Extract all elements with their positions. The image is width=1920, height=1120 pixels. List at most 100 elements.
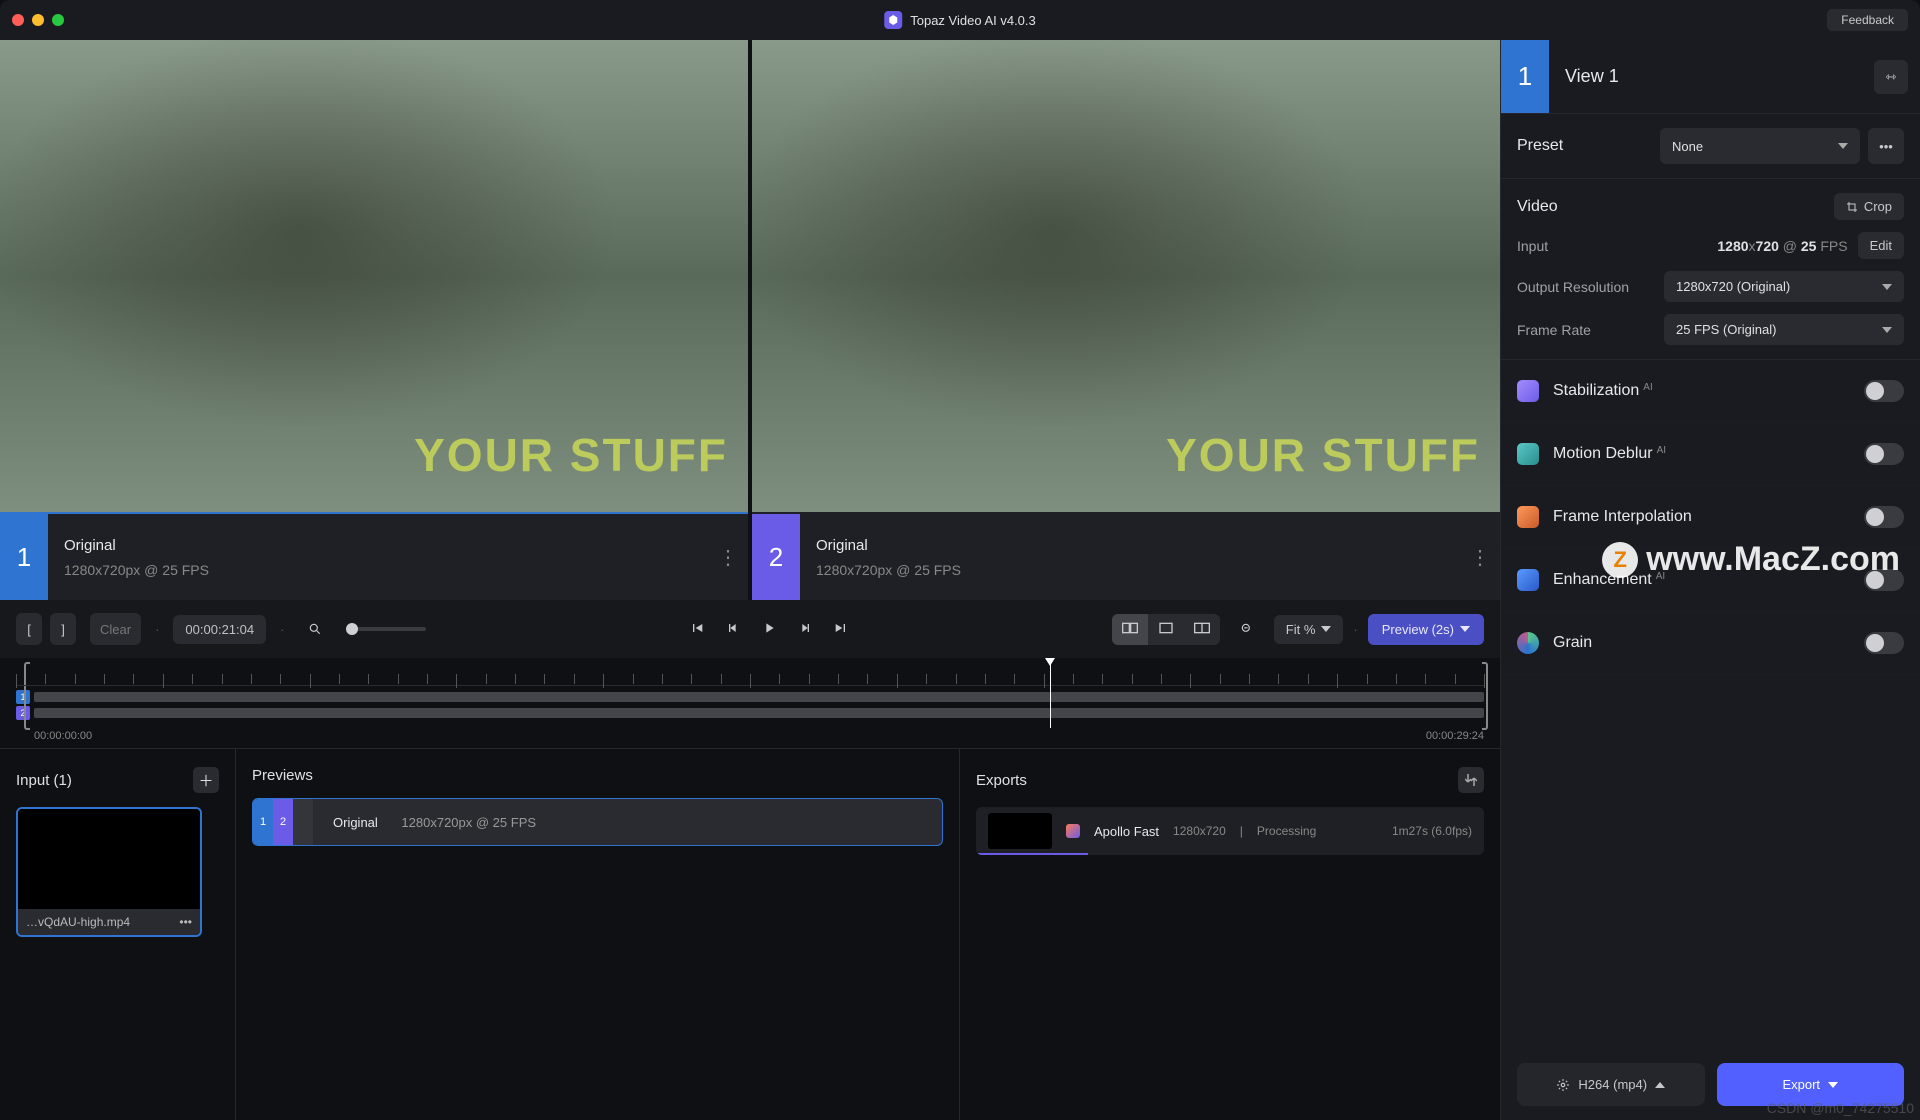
preset-select[interactable]: None bbox=[1660, 128, 1860, 164]
timeline-end-time: 00:00:29:24 bbox=[1426, 730, 1484, 742]
minimize-window-button[interactable] bbox=[32, 14, 44, 26]
clear-marks-button[interactable]: Clear bbox=[90, 613, 141, 645]
input-panel-title: Input (1) bbox=[16, 772, 72, 789]
frame-rate-label: Frame Rate bbox=[1517, 322, 1591, 338]
preview-row[interactable]: 1 2 Original 1280x720px @ 25 FPS bbox=[252, 798, 943, 846]
video-section-title: Video bbox=[1517, 198, 1558, 216]
output-resolution-value: 1280x720 (Original) bbox=[1676, 279, 1790, 294]
preview-button[interactable]: Preview (2s) bbox=[1368, 614, 1484, 645]
export-button-label: Export bbox=[1782, 1077, 1820, 1092]
timeline-start-time: 00:00:00:00 bbox=[34, 730, 92, 742]
app-title-text: Topaz Video AI v4.0.3 bbox=[910, 13, 1036, 28]
grain-row: Grain bbox=[1501, 612, 1920, 675]
export-res: 1280x720 bbox=[1173, 824, 1226, 838]
previews-panel-title: Previews bbox=[252, 767, 313, 784]
layout-mode-group bbox=[1112, 614, 1220, 645]
maximize-window-button[interactable] bbox=[52, 14, 64, 26]
input-resolution: 1280x720 @ 25 FPS bbox=[1717, 238, 1847, 254]
go-to-start-button[interactable] bbox=[689, 620, 705, 639]
timeline-ruler[interactable] bbox=[16, 664, 1484, 686]
timecode-input[interactable]: 00:00:21:04 bbox=[173, 615, 266, 644]
zoom-out-icon[interactable] bbox=[1230, 613, 1264, 645]
enhancement-icon bbox=[1517, 569, 1539, 591]
mark-out-button[interactable]: ] bbox=[50, 613, 76, 645]
motion-deblur-toggle[interactable] bbox=[1864, 443, 1904, 465]
pane-1-menu-button[interactable]: ⋮ bbox=[708, 514, 748, 600]
feedback-button[interactable]: Feedback bbox=[1827, 9, 1908, 31]
stabilization-label: Stabilization bbox=[1553, 382, 1639, 400]
zoom-icon[interactable] bbox=[298, 613, 332, 645]
mark-in-button[interactable]: [ bbox=[16, 613, 42, 645]
frame-rate-select[interactable]: 25 FPS (Original) bbox=[1664, 314, 1904, 345]
chevron-down-icon bbox=[1882, 282, 1892, 292]
frame-interpolation-label: Frame Interpolation bbox=[1553, 508, 1692, 526]
crop-icon bbox=[1846, 201, 1858, 213]
preview-row-label: Original bbox=[333, 815, 378, 830]
timeline[interactable]: 1 2 00:00:00:00 00:00:29:24 bbox=[0, 658, 1500, 748]
playback-bar: [ ] Clear · 00:00:21:04 · bbox=[0, 600, 1500, 658]
pane-2-title: Original bbox=[816, 537, 1444, 554]
layout-split-button[interactable] bbox=[1184, 614, 1220, 645]
video-overlay-text-2: YOUR STUFF bbox=[1166, 428, 1480, 482]
edit-input-button[interactable]: Edit bbox=[1858, 232, 1904, 259]
chevron-down-icon bbox=[1838, 141, 1848, 151]
close-window-button[interactable] bbox=[12, 14, 24, 26]
window-controls bbox=[12, 14, 64, 26]
stabilization-icon bbox=[1517, 380, 1539, 402]
input-filename: …vQdAU-high.mp4 bbox=[26, 915, 130, 929]
input-label: Input bbox=[1517, 238, 1548, 254]
motion-deblur-icon bbox=[1517, 443, 1539, 465]
pane-1-number: 1 bbox=[0, 514, 48, 600]
video-pane-1: YOUR STUFF 1 Original 1280x720px @ 25 FP… bbox=[0, 40, 748, 600]
preview-chip-2: 2 bbox=[273, 799, 293, 845]
motion-deblur-row: Motion DeblurAI bbox=[1501, 423, 1920, 486]
preset-more-button[interactable]: ••• bbox=[1868, 128, 1904, 164]
zoom-slider[interactable] bbox=[346, 627, 426, 631]
play-button[interactable] bbox=[761, 620, 777, 639]
input-thumbnail[interactable]: …vQdAU-high.mp4 ••• bbox=[16, 807, 202, 937]
step-forward-button[interactable] bbox=[797, 620, 813, 639]
step-back-button[interactable] bbox=[725, 620, 741, 639]
layout-side-by-side-button[interactable] bbox=[1112, 614, 1148, 645]
video-preview-1[interactable]: YOUR STUFF bbox=[0, 40, 748, 512]
export-row[interactable]: Apollo Fast 1280x720 | Processing 1m27s … bbox=[976, 807, 1484, 855]
playhead[interactable] bbox=[1050, 658, 1051, 728]
grain-label: Grain bbox=[1553, 634, 1592, 652]
export-name: Apollo Fast bbox=[1094, 824, 1159, 839]
separator: · bbox=[280, 622, 284, 637]
fit-zoom-select[interactable]: Fit % bbox=[1274, 615, 1344, 644]
pane-2-number: 2 bbox=[752, 514, 800, 600]
preview-chip-1: 1 bbox=[253, 799, 273, 845]
crop-button[interactable]: Crop bbox=[1834, 193, 1904, 220]
stabilization-toggle[interactable] bbox=[1864, 380, 1904, 402]
swap-view-button[interactable]: ⇿ bbox=[1874, 60, 1908, 94]
preset-value: None bbox=[1672, 139, 1703, 154]
fit-zoom-label: Fit % bbox=[1286, 622, 1316, 637]
output-resolution-select[interactable]: 1280x720 (Original) bbox=[1664, 271, 1904, 302]
export-format-select[interactable]: H264 (mp4) bbox=[1517, 1063, 1705, 1106]
bottom-panels: Input (1) ＋ …vQdAU-high.mp4 ••• Previews… bbox=[0, 748, 1500, 1120]
track-1-bar[interactable] bbox=[34, 692, 1484, 702]
pane-2-menu-button[interactable]: ⋮ bbox=[1460, 514, 1500, 600]
video-overlay-text-1: YOUR STUFF bbox=[414, 428, 728, 482]
input-panel: Input (1) ＋ …vQdAU-high.mp4 ••• bbox=[0, 749, 236, 1120]
export-eta: 1m27s (6.0fps) bbox=[1392, 824, 1472, 838]
exports-sort-button[interactable] bbox=[1458, 767, 1484, 793]
export-progress-bar bbox=[976, 853, 1088, 855]
export-format-label: H264 (mp4) bbox=[1578, 1077, 1647, 1092]
frame-interpolation-toggle[interactable] bbox=[1864, 506, 1904, 528]
input-thumb-menu[interactable]: ••• bbox=[179, 915, 192, 929]
chevron-down-icon bbox=[1882, 325, 1892, 335]
enhancement-toggle[interactable] bbox=[1864, 569, 1904, 591]
export-model-icon bbox=[1066, 824, 1080, 838]
output-resolution-label: Output Resolution bbox=[1517, 279, 1629, 295]
pane-1-title: Original bbox=[64, 537, 692, 554]
video-preview-2[interactable]: YOUR STUFF bbox=[752, 40, 1500, 512]
go-to-end-button[interactable] bbox=[833, 620, 849, 639]
gear-icon bbox=[1556, 1078, 1570, 1092]
layout-single-button[interactable] bbox=[1148, 614, 1184, 645]
previews-panel: Previews 1 2 Original 1280x720px @ 25 FP… bbox=[236, 749, 960, 1120]
track-2-bar[interactable] bbox=[34, 708, 1484, 718]
grain-toggle[interactable] bbox=[1864, 632, 1904, 654]
add-input-button[interactable]: ＋ bbox=[193, 767, 219, 793]
